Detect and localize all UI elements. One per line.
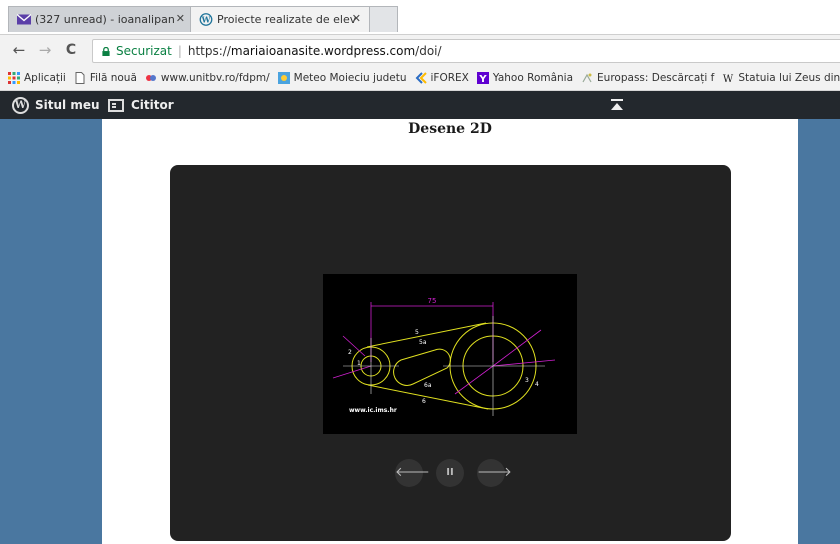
slide-image-cad-drawing: 75 5 5a 6a 6 2 1 3 4 www.ic.ims.hr — [323, 274, 577, 434]
mail-icon — [17, 13, 31, 25]
page-background: Desene 2D 75 5 5a 6a 6 2 1 3 4 www.ic.im… — [0, 119, 840, 544]
drawing-label: 6a — [424, 382, 432, 389]
weather-icon — [277, 72, 290, 84]
forward-button[interactable]: → — [36, 41, 54, 59]
bookmark-iforex[interactable]: iFOREX — [415, 72, 469, 84]
address-bar[interactable]: Securizat | https://mariaioanasite.wordp… — [92, 39, 840, 63]
yahoo-icon: Y — [476, 72, 489, 84]
svg-text:W: W — [723, 74, 734, 84]
close-tab-icon[interactable]: ✕ — [352, 12, 361, 25]
drawing-watermark: www.ic.ims.hr — [349, 407, 397, 414]
url-scheme: https:// — [187, 44, 231, 58]
drawing-label: 4 — [535, 381, 539, 388]
security-label: Securizat — [116, 44, 172, 58]
my-site-label: Situl meu — [35, 98, 100, 112]
bookmark-unitbv[interactable]: www.unitbv.ro/fdpm/ — [145, 72, 270, 84]
previous-slide-button[interactable]: 🡐 — [395, 459, 430, 487]
my-site-menu[interactable]: W Situl meu — [12, 91, 100, 119]
unitbv-icon — [145, 75, 156, 81]
tab-gmail[interactable]: (327 unread) - ioanalipan ✕ — [8, 6, 194, 32]
bookmark-apps[interactable]: Aplicații — [8, 72, 66, 84]
bookmark-label: Filă nouă — [89, 72, 137, 84]
bookmark-wikipedia[interactable]: W Statuia lui Zeus din O — [722, 72, 840, 84]
bookmark-new-tab[interactable]: Filă nouă — [74, 72, 137, 84]
bookmark-label: www.unitbv.ro/fdpm/ — [160, 72, 270, 84]
reader-icon — [108, 98, 124, 112]
drawing-label: 5 — [415, 329, 419, 336]
bookmark-label: Meteo Moieciu judetu — [293, 72, 407, 84]
pause-slideshow-button[interactable]: II — [436, 459, 464, 487]
next-slide-button[interactable]: 🡒 — [477, 459, 512, 487]
reader-menu[interactable]: Cititor — [108, 91, 174, 119]
bookmarks-bar: Aplicații Filă nouă www.unitbv.ro/fdpm/ … — [0, 66, 840, 91]
bookmark-label: Aplicații — [24, 72, 66, 84]
dimension-label: 75 — [428, 297, 437, 305]
wordpress-icon: W — [199, 13, 213, 26]
drawing-label: 3 — [525, 377, 529, 384]
back-button[interactable]: ← — [10, 41, 28, 59]
bookmark-label: Europass: Descărcați f — [597, 72, 715, 84]
tab-wordpress[interactable]: W Proiecte realizate de elev ✕ — [190, 6, 370, 32]
address-separator: | — [177, 44, 182, 58]
wordpress-logo-icon: W — [12, 96, 29, 114]
url-text: https://mariaioanasite.wordpress.com/doi… — [188, 44, 442, 58]
bookmark-meteo[interactable]: Meteo Moieciu judetu — [277, 72, 407, 84]
close-tab-icon[interactable]: ✕ — [176, 12, 185, 25]
slideshow: 75 5 5a 6a 6 2 1 3 4 www.ic.ims.hr 🡐 II … — [170, 165, 731, 541]
apps-grid-icon — [8, 72, 20, 84]
bookmark-label: Yahoo România — [492, 72, 574, 84]
bookmark-yahoo[interactable]: Y Yahoo România — [476, 72, 574, 84]
page-icon — [75, 72, 85, 84]
reader-label: Cititor — [131, 98, 174, 112]
tab-title: (327 unread) - ioanalipan — [35, 13, 175, 26]
europass-icon — [582, 73, 592, 83]
tab-title: Proiecte realizate de elev — [217, 13, 357, 26]
address-toolbar: ← → C Securizat | https://mariaioanasite… — [0, 34, 840, 67]
drawing-label: 2 — [348, 349, 352, 356]
drawing-label: 1 — [357, 360, 361, 367]
page-title: Desene 2D — [408, 121, 492, 137]
bookmark-label: Statuia lui Zeus din O — [738, 72, 840, 84]
scroll-to-top-icon[interactable] — [611, 99, 623, 111]
url-host: mariaioanasite.wordpress.com — [230, 44, 416, 58]
wp-admin-bar: W Situl meu Cititor — [0, 91, 840, 119]
svg-text:W: W — [201, 16, 211, 25]
bookmark-europass[interactable]: Europass: Descărcați f — [581, 72, 714, 84]
svg-text:Y: Y — [478, 74, 487, 84]
new-tab-button[interactable] — [368, 6, 398, 32]
iforex-icon — [415, 72, 427, 84]
drawing-label: 6 — [422, 398, 426, 405]
reload-button[interactable]: C — [62, 41, 80, 59]
tab-strip: (327 unread) - ioanalipan ✕ W Proiecte r… — [0, 0, 840, 34]
wikipedia-icon: W — [723, 74, 734, 84]
bookmark-label: iFOREX — [430, 72, 469, 84]
lock-icon — [102, 46, 110, 56]
url-path: /doi/ — [415, 44, 442, 58]
drawing-label: 5a — [419, 339, 427, 346]
content-area: Desene 2D 75 5 5a 6a 6 2 1 3 4 www.ic.im… — [102, 119, 798, 544]
